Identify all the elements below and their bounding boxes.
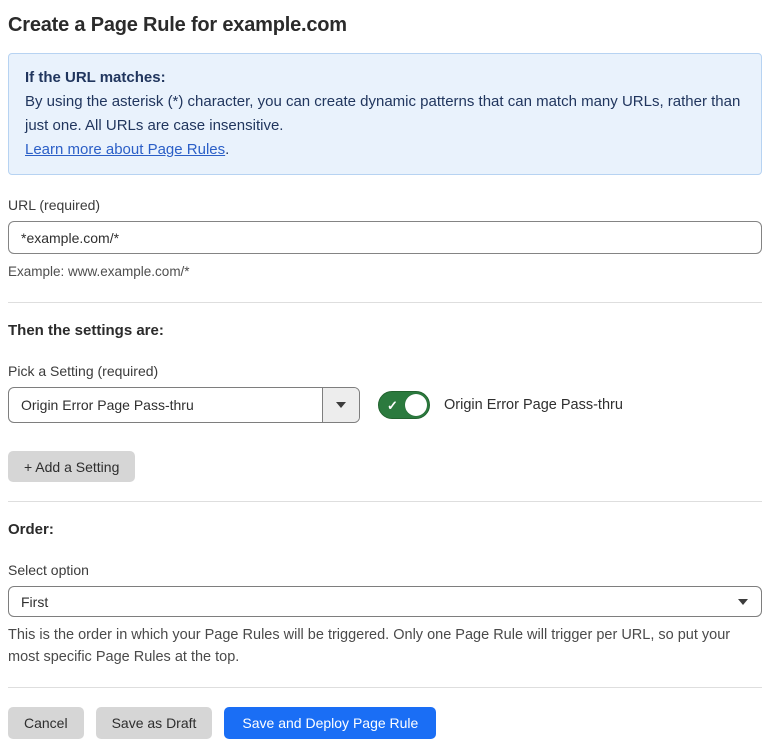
setting-row: Origin Error Page Pass-thru ✓ Origin Err…: [8, 387, 762, 423]
learn-more-link[interactable]: Learn more about Page Rules: [25, 141, 225, 158]
url-helper-text: Example: www.example.com/*: [8, 264, 190, 279]
chevron-down-icon: [336, 402, 346, 408]
order-select-label: Select option: [8, 562, 89, 578]
divider: [8, 302, 762, 303]
link-suffix: .: [225, 141, 230, 158]
footer-actions: Cancel Save as Draft Save and Deploy Pag…: [8, 707, 762, 739]
divider: [8, 687, 762, 688]
divider: [8, 501, 762, 502]
save-deploy-button[interactable]: Save and Deploy Page Rule: [224, 707, 437, 739]
order-select[interactable]: First: [8, 586, 762, 617]
setting-dropdown[interactable]: Origin Error Page Pass-thru: [8, 387, 360, 423]
save-draft-button[interactable]: Save as Draft: [95, 707, 213, 739]
order-section-heading: Order:: [8, 521, 54, 538]
cancel-button[interactable]: Cancel: [8, 707, 84, 739]
setting-dropdown-arrow-button[interactable]: [322, 388, 359, 422]
add-setting-button[interactable]: + Add a Setting: [8, 451, 136, 482]
check-icon: ✓: [387, 397, 398, 413]
order-helper-text: This is the order in which your Page Rul…: [8, 627, 731, 665]
setting-dropdown-value: Origin Error Page Pass-thru: [21, 397, 194, 413]
url-match-info-box: If the URL matches: By using the asteris…: [8, 53, 762, 175]
info-box-heading: If the URL matches:: [25, 69, 166, 86]
info-box-body: By using the asterisk (*) character, you…: [25, 93, 741, 134]
order-select-value: First: [21, 593, 49, 610]
setting-picker-label: Pick a Setting (required): [8, 363, 159, 379]
settings-section-heading: Then the settings are:: [8, 322, 164, 339]
setting-toggle[interactable]: ✓: [378, 391, 430, 419]
toggle-knob: [405, 394, 427, 416]
page-title: Create a Page Rule for example.com: [8, 14, 347, 36]
chevron-down-icon: [738, 599, 748, 605]
info-box-link-line: Learn more about Page Rules.: [25, 138, 745, 162]
url-field-label: URL (required): [8, 197, 101, 213]
setting-toggle-label: Origin Error Page Pass-thru: [444, 397, 623, 413]
page-rule-form: Create a Page Rule for example.com If th…: [0, 0, 770, 739]
url-input[interactable]: [8, 221, 762, 254]
